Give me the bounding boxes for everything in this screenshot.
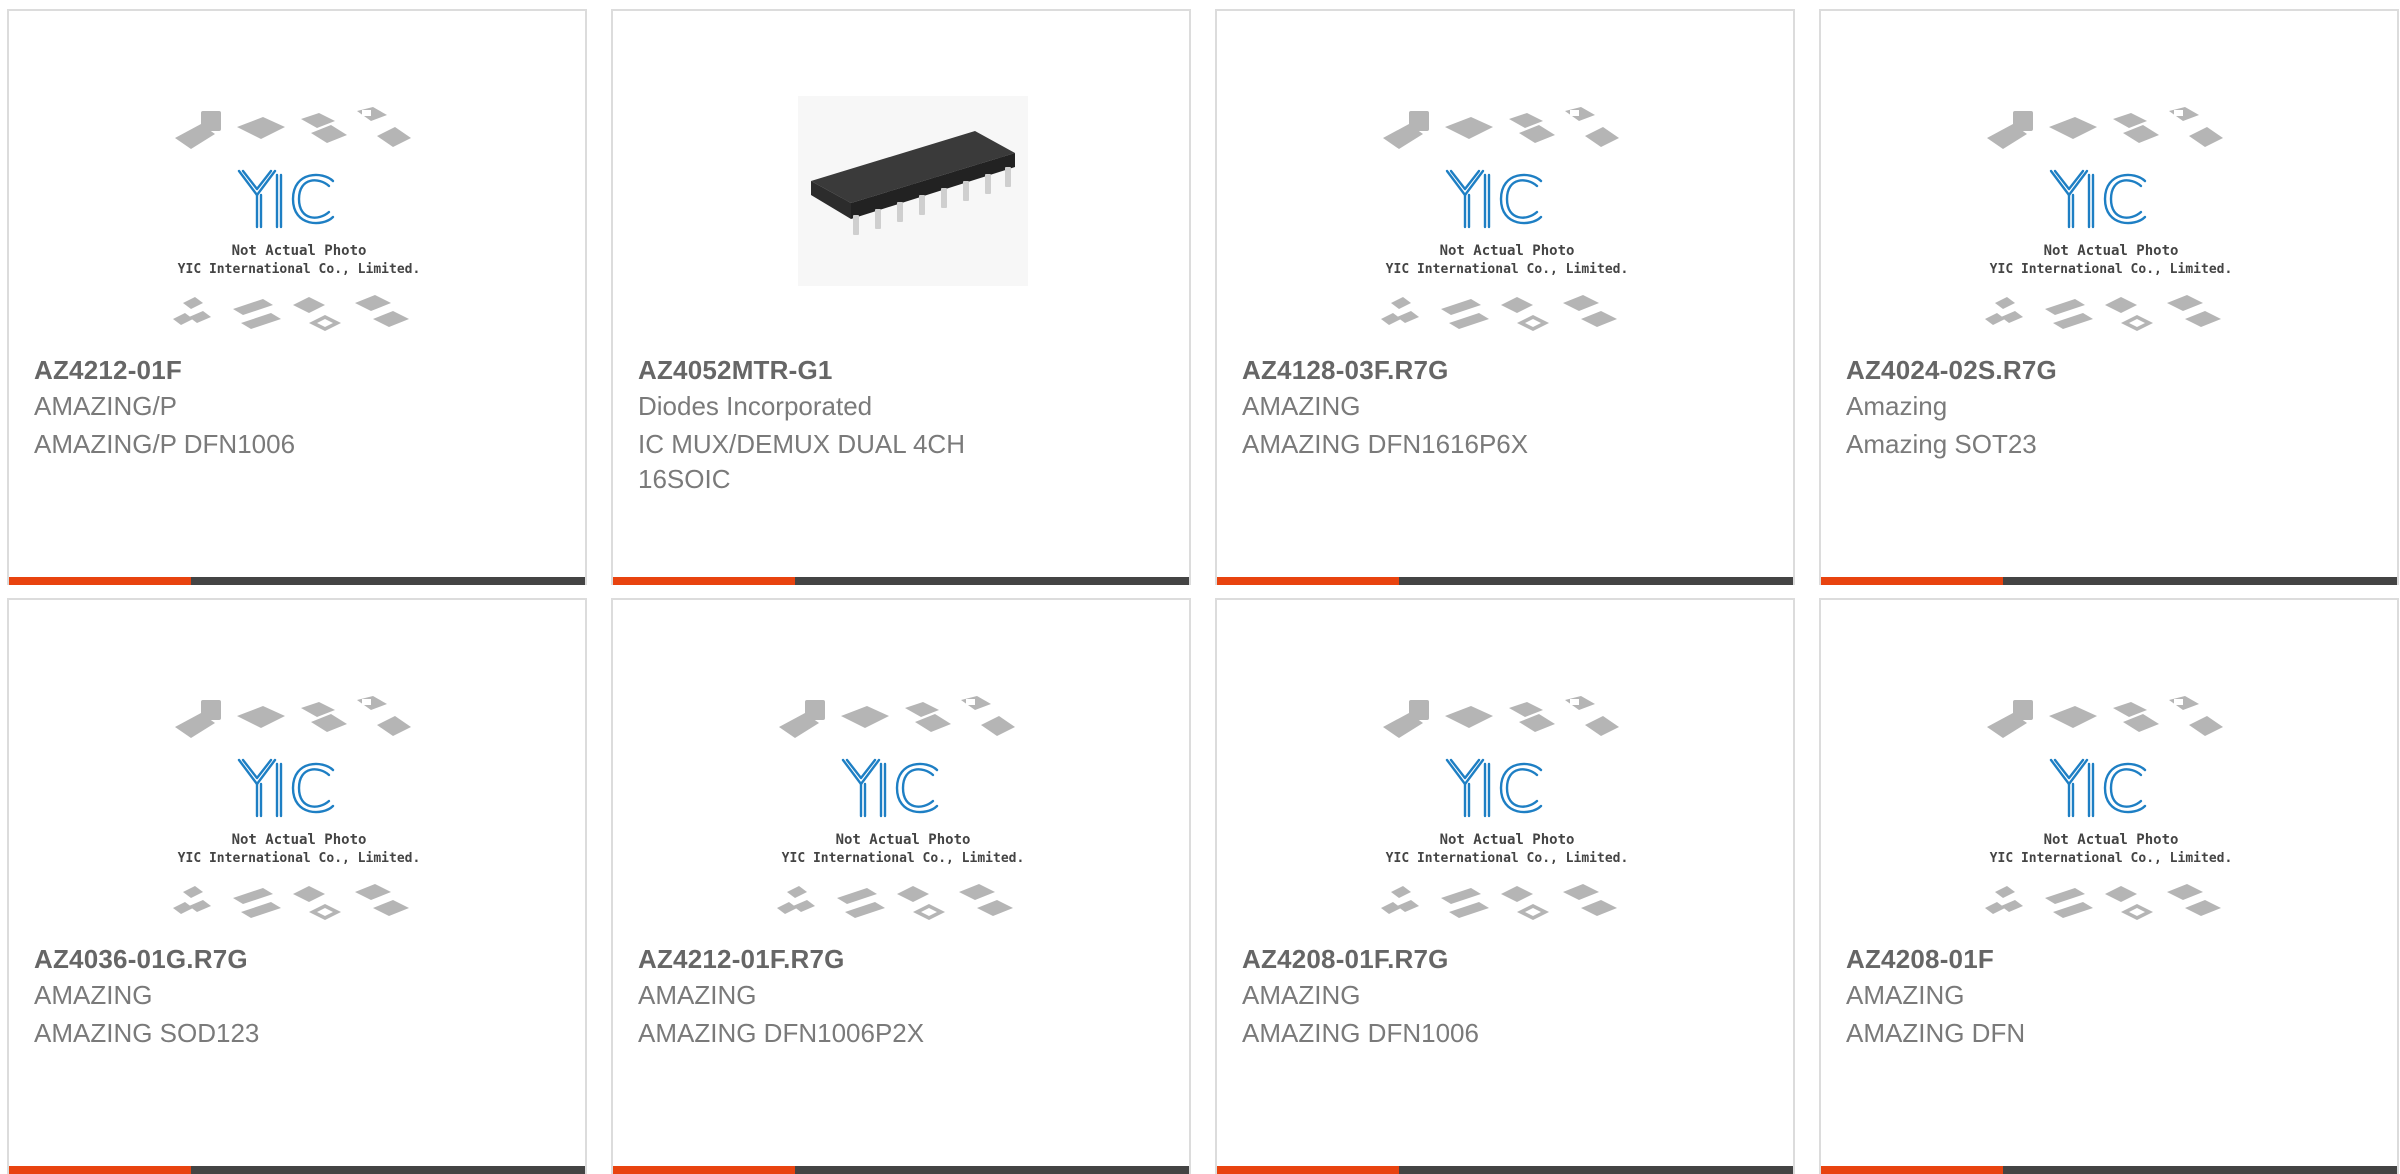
card-bottom-bar bbox=[1217, 1166, 1793, 1174]
placeholder-line2: YIC International Co., Limited. bbox=[178, 851, 421, 866]
description: AMAZING DFN1006 bbox=[1242, 1018, 1479, 1048]
card-accent-bar bbox=[1821, 1166, 2003, 1174]
product-card[interactable]: Not Actual Photo YIC International Co., … bbox=[1819, 598, 2399, 1174]
part-number[interactable]: AZ4208-01F.R7G bbox=[1242, 944, 1449, 975]
placeholder-line1: Not Actual Photo bbox=[2044, 243, 2179, 259]
description: IC MUX/DEMUX DUAL 4CH 16SOIC bbox=[638, 429, 965, 494]
part-number[interactable]: AZ4212-01F bbox=[34, 355, 182, 386]
placeholder-line2: YIC International Co., Limited. bbox=[178, 262, 421, 277]
card-bottom-bar bbox=[613, 1166, 1189, 1174]
placeholder-line2: YIC International Co., Limited. bbox=[1386, 262, 1629, 277]
placeholder-line1: Not Actual Photo bbox=[232, 832, 367, 848]
card-accent-bar bbox=[9, 577, 191, 585]
placeholder-line2: YIC International Co., Limited. bbox=[1990, 262, 2233, 277]
description: AMAZING DFN bbox=[1846, 1018, 2026, 1048]
card-bottom-bar bbox=[613, 577, 1189, 585]
manufacturer: Diodes Incorporated bbox=[638, 391, 873, 421]
manufacturer: AMAZING/P bbox=[34, 391, 178, 421]
card-accent-bar bbox=[613, 577, 795, 585]
part-number[interactable]: AZ4036-01G.R7G bbox=[34, 944, 248, 975]
card-accent-bar bbox=[613, 1166, 795, 1174]
not-actual-photo-image: Not Actual Photo YIC International Co., … bbox=[1381, 107, 1629, 331]
placeholder-line2: YIC International Co., Limited. bbox=[1990, 851, 2233, 866]
not-actual-photo-image: Not Actual Photo YIC International Co., … bbox=[1985, 107, 2233, 331]
not-actual-photo-image: Not Actual Photo YIC International Co., … bbox=[173, 696, 421, 920]
card-bottom-bar bbox=[9, 1166, 585, 1174]
product-card[interactable]: Not Actual Photo YIC International Co., … bbox=[1215, 9, 1795, 585]
placeholder-line1: Not Actual Photo bbox=[2044, 832, 2179, 848]
placeholder-line1: Not Actual Photo bbox=[1440, 243, 1575, 259]
not-actual-photo-image: Not Actual Photo YIC International Co., … bbox=[1985, 696, 2233, 920]
description: AMAZING/P DFN1006 bbox=[34, 429, 296, 459]
manufacturer: AMAZING bbox=[638, 980, 757, 1010]
card-bottom-bar bbox=[9, 577, 585, 585]
product-card[interactable]: Not Actual Photo YIC International Co., … bbox=[611, 598, 1191, 1174]
product-card[interactable]: Not Actual Photo YIC International Co., … bbox=[7, 9, 587, 585]
card-bottom-bar bbox=[1821, 1166, 2397, 1174]
manufacturer: AMAZING bbox=[1242, 980, 1361, 1010]
manufacturer: AMAZING bbox=[1242, 391, 1361, 421]
not-actual-photo-image: Not Actual Photo YIC International Co., … bbox=[777, 696, 1025, 920]
product-card[interactable]: Not Actual Photo YIC International Co., … bbox=[1819, 9, 2399, 585]
part-number[interactable]: AZ4212-01F.R7G bbox=[638, 944, 845, 975]
description: Amazing SOT23 bbox=[1846, 429, 2037, 459]
part-number[interactable]: AZ4052MTR-G1 bbox=[638, 355, 833, 386]
card-accent-bar bbox=[1217, 1166, 1399, 1174]
card-bottom-bar bbox=[1821, 577, 2397, 585]
manufacturer: AMAZING bbox=[34, 980, 153, 1010]
product-card[interactable]: Not Actual Photo YIC International Co., … bbox=[7, 598, 587, 1174]
placeholder-line1: Not Actual Photo bbox=[836, 832, 971, 848]
placeholder-line2: YIC International Co., Limited. bbox=[782, 851, 1025, 866]
description: AMAZING SOD123 bbox=[34, 1018, 260, 1048]
soic-chip-image bbox=[798, 96, 1028, 286]
manufacturer: Amazing bbox=[1846, 391, 1948, 421]
placeholder-line2: YIC International Co., Limited. bbox=[1386, 851, 1629, 866]
placeholder-line1: Not Actual Photo bbox=[232, 243, 367, 259]
not-actual-photo-image: Not Actual Photo YIC International Co., … bbox=[1381, 696, 1629, 920]
description: AMAZING DFN1616P6X bbox=[1242, 429, 1529, 459]
card-accent-bar bbox=[1821, 577, 2003, 585]
placeholder-line1: Not Actual Photo bbox=[1440, 832, 1575, 848]
not-actual-photo-image: Not Actual Photo YIC International Co., … bbox=[173, 107, 421, 331]
part-number[interactable]: AZ4024-02S.R7G bbox=[1846, 355, 2057, 386]
card-bottom-bar bbox=[1217, 577, 1793, 585]
card-accent-bar bbox=[9, 1166, 191, 1174]
manufacturer: AMAZING bbox=[1846, 980, 1965, 1010]
card-accent-bar bbox=[1217, 577, 1399, 585]
description: AMAZING DFN1006P2X bbox=[638, 1018, 925, 1048]
part-number[interactable]: AZ4128-03F.R7G bbox=[1242, 355, 1449, 386]
product-card[interactable]: Not Actual Photo YIC International Co., … bbox=[1215, 598, 1795, 1174]
product-card[interactable]: AZ4052MTR-G1 Diodes Incorporated IC MUX/… bbox=[611, 9, 1191, 585]
part-number[interactable]: AZ4208-01F bbox=[1846, 944, 1994, 975]
product-grid: Not Actual Photo YIC International Co., … bbox=[0, 0, 2400, 1174]
